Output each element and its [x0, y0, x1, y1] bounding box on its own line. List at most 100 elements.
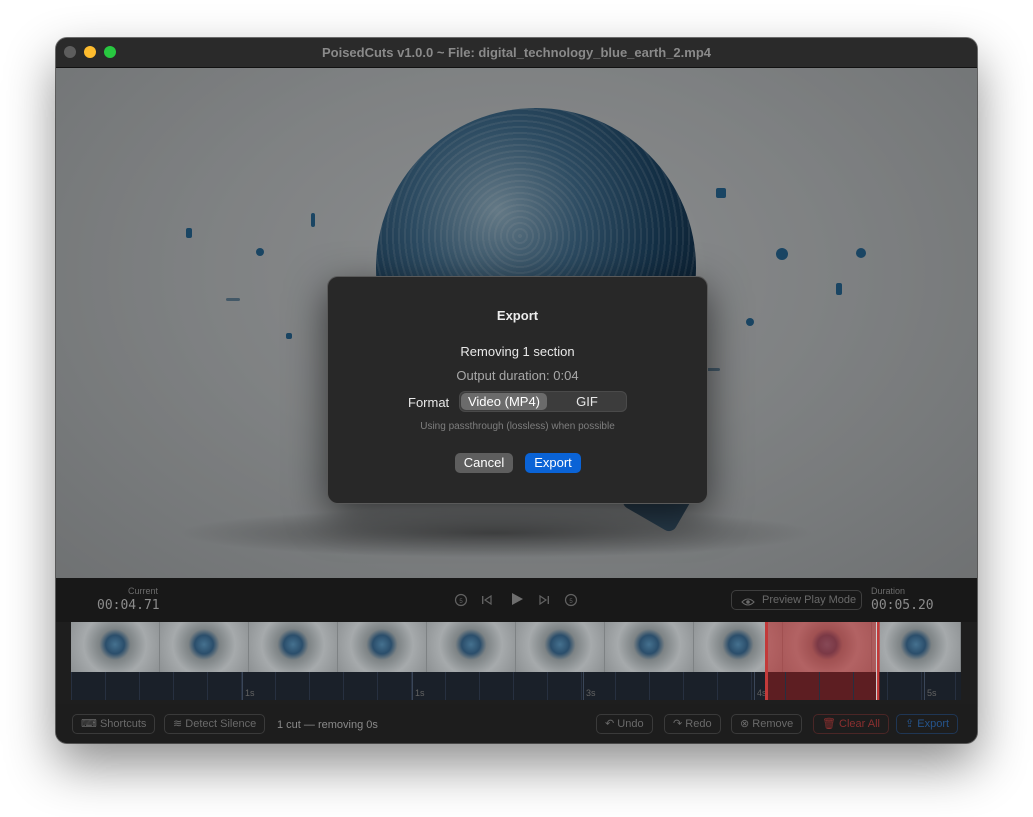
- transport-bar: Current 00:04.71 5 5 Preview Play Mode D…: [56, 578, 977, 622]
- ruler-major-tick: [412, 672, 413, 700]
- cut-region-ruler[interactable]: [767, 672, 880, 700]
- timeline-ruler[interactable]: 1s 1s 3s 4s 5s: [71, 672, 961, 700]
- ruler-tick: [853, 672, 854, 700]
- bottom-toolbar: ⌨ Shortcuts ≋ Detect Silence 1 cut — rem…: [56, 704, 977, 743]
- ruler-major-tick: [242, 672, 243, 700]
- redo-label: Redo: [685, 718, 712, 730]
- undo-label: Undo: [617, 718, 644, 730]
- ruler-tick: [343, 672, 344, 700]
- step-forward-icon[interactable]: [537, 593, 551, 607]
- thumbnail-frame: [427, 622, 515, 672]
- eye-icon: [741, 595, 755, 613]
- window-title: PoisedCuts v1.0.0 ~ File: digital_techno…: [321, 45, 712, 60]
- dialog-title: Export: [496, 308, 539, 323]
- play-icon[interactable]: [509, 591, 525, 607]
- ruler-tick-label: 3s: [586, 688, 596, 698]
- detect-silence-button[interactable]: ≋ Detect Silence: [164, 714, 266, 734]
- ruler-tick: [377, 672, 378, 700]
- svg-text:5: 5: [459, 599, 463, 605]
- step-back-icon[interactable]: [480, 593, 494, 607]
- ruler-tick: [581, 672, 582, 700]
- ruler-tick-label: 1s: [415, 688, 425, 698]
- thumbnail-frame: [71, 622, 159, 672]
- cut-start-handle[interactable]: [765, 622, 768, 700]
- cut-status: 1 cut — removing 0s: [277, 719, 378, 731]
- shortcuts-button[interactable]: ⌨ Shortcuts: [72, 714, 156, 734]
- ruler-major-tick: [583, 672, 584, 700]
- duration-time: 00:05.20: [871, 598, 934, 613]
- cut-end-handle[interactable]: [877, 622, 879, 700]
- thumbnail-frame: [249, 622, 337, 672]
- title-bar: PoisedCuts v1.0.0 ~ File: digital_techno…: [56, 38, 977, 68]
- format-option-gif[interactable]: GIF: [548, 393, 626, 410]
- undo-button[interactable]: ↶ Undo: [596, 714, 653, 734]
- ruler-tick: [71, 672, 72, 700]
- format-label: Format: [408, 395, 450, 410]
- cut-region[interactable]: [767, 622, 880, 672]
- redo-button[interactable]: ↷ Redo: [664, 714, 721, 734]
- thumbnail-frame: [338, 622, 426, 672]
- export-dialog: Export Removing 1 section Output duratio…: [327, 276, 708, 504]
- thumbnail-frame: [160, 622, 248, 672]
- passthrough-hint: Using passthrough (lossless) when possib…: [420, 421, 615, 432]
- remove-icon: ⊗: [740, 718, 750, 730]
- ruler-tick: [275, 672, 276, 700]
- share-icon: ⇪: [905, 718, 915, 730]
- ruler-tick: [207, 672, 208, 700]
- ruler-tick: [751, 672, 752, 700]
- skip-back-5-icon[interactable]: 5: [454, 593, 468, 607]
- removing-summary: Removing 1 section: [460, 344, 575, 359]
- duration-label: Duration: [871, 586, 906, 596]
- ruler-tick: [139, 672, 140, 700]
- ruler-tick-label: 1s: [245, 688, 255, 698]
- keyboard-icon: ⌨: [81, 718, 97, 730]
- thumbnail-frame: [605, 622, 693, 672]
- detect-silence-label: Detect Silence: [185, 718, 257, 730]
- remove-button[interactable]: ⊗ Remove: [731, 714, 803, 734]
- clear-all-button[interactable]: 🗑 Clear All: [813, 714, 889, 734]
- thumbnail-frame: [516, 622, 604, 672]
- ruler-tick: [683, 672, 684, 700]
- cancel-button[interactable]: Cancel: [455, 453, 513, 473]
- output-duration: Output duration: 0:04: [456, 368, 579, 383]
- ruler-tick: [649, 672, 650, 700]
- current-time: 00:04.71: [97, 598, 160, 613]
- preview-play-mode-label: Preview Play Mode: [762, 594, 857, 606]
- export-toolbar-button[interactable]: ⇪ Export: [896, 714, 959, 734]
- ruler-tick: [445, 672, 446, 700]
- ruler-tick: [819, 672, 820, 700]
- thumbnail-frame: [872, 622, 960, 672]
- ruler-tick: [717, 672, 718, 700]
- ruler-tick: [479, 672, 480, 700]
- preview-play-mode-button[interactable]: Preview Play Mode: [731, 590, 862, 610]
- svg-text:5: 5: [569, 599, 573, 605]
- ruler-tick: [105, 672, 106, 700]
- ruler-tick: [173, 672, 174, 700]
- ruler-tick: [785, 672, 786, 700]
- export-button[interactable]: Export: [525, 453, 581, 473]
- clear-all-label: Clear All: [839, 718, 880, 730]
- thumbnail-strip[interactable]: [71, 622, 961, 672]
- undo-icon: ↶: [605, 718, 615, 730]
- ruler-tick: [887, 672, 888, 700]
- format-segmented-control: Video (MP4) GIF: [459, 391, 627, 412]
- export-toolbar-label: Export: [917, 718, 950, 730]
- ruler-tick: [615, 672, 616, 700]
- ruler-tick-label: 5s: [927, 688, 937, 698]
- ruler-tick: [547, 672, 548, 700]
- shortcuts-label: Shortcuts: [99, 718, 147, 730]
- remove-label: Remove: [752, 718, 794, 730]
- app-window: PoisedCuts v1.0.0 ~ File: digital_techno…: [56, 38, 977, 743]
- ruler-tick: [955, 672, 956, 700]
- waveform-icon: ≋: [173, 718, 183, 730]
- current-label: Current: [128, 586, 159, 596]
- ruler-tick: [921, 672, 922, 700]
- ruler-tick: [309, 672, 310, 700]
- skip-forward-5-icon[interactable]: 5: [564, 593, 578, 607]
- trash-icon: 🗑: [822, 718, 836, 730]
- ruler-major-tick: [924, 672, 925, 700]
- redo-icon: ↷: [673, 718, 683, 730]
- ruler-tick: [513, 672, 514, 700]
- format-option-mp4[interactable]: Video (MP4): [461, 393, 547, 410]
- ruler-major-tick: [754, 672, 755, 700]
